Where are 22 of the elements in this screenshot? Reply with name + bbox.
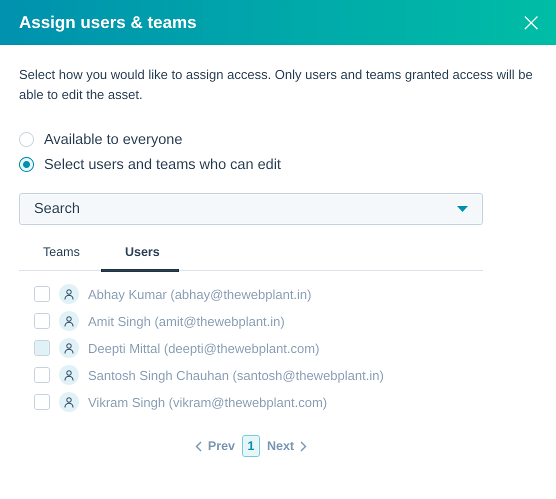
- user-name: Abhay Kumar (abhay@thewebplant.in): [88, 286, 312, 302]
- user-avatar-icon: [59, 365, 79, 385]
- chevron-right-icon: [300, 440, 308, 452]
- tab[interactable]: Users: [101, 233, 179, 272]
- user-name: Vikram Singh (vikram@thewebplant.com): [88, 394, 328, 410]
- user-name: Amit Singh (amit@thewebplant.in): [88, 314, 285, 328]
- user-avatar-icon: [59, 338, 79, 358]
- dialog-title: Assign users & teams: [19, 12, 197, 32]
- user-name: Santosh Singh Chauhan (santosh@thewebplant.in): [88, 368, 384, 382]
- description: Select how you would like to assign access. Only users and teams granted access will be able to edit the asset.: [19, 66, 534, 104]
- user-avatar-icon: [59, 311, 79, 331]
- dropdown-caret-icon: [457, 206, 468, 212]
- radio-button[interactable]: [19, 157, 34, 172]
- user-avatar-icon: [59, 284, 79, 304]
- chevron-left-icon: [194, 440, 202, 452]
- tab[interactable]: Teams: [19, 233, 101, 272]
- user-name: Deepti Mittal (deepti@thewebplant.com): [88, 340, 320, 356]
- search-field[interactable]: Search: [19, 193, 483, 225]
- radio-label[interactable]: Select users and teams who can edit: [44, 156, 281, 172]
- search-placeholder: Search: [34, 201, 80, 217]
- radio-label[interactable]: Available to everyone: [44, 132, 182, 148]
- user-avatar-icon: [59, 392, 79, 412]
